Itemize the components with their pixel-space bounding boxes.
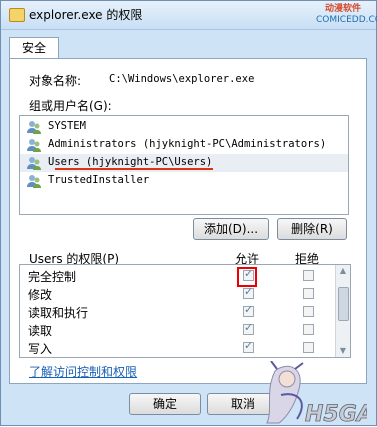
- access-control-help-link[interactable]: 了解访问控制和权限: [29, 363, 137, 380]
- groups-list[interactable]: SYSTEM Administrators (hjyknight-PC\Admi…: [19, 115, 349, 215]
- folder-icon: [9, 8, 25, 22]
- deny-checkbox[interactable]: [303, 342, 314, 353]
- permissions-dialog: explorer.exe 的权限 动漫软件 COMICEDD.COM 安全 对象…: [0, 0, 377, 427]
- deny-checkbox[interactable]: [303, 306, 314, 317]
- deny-checkbox[interactable]: [303, 324, 314, 335]
- user-group-icon: [27, 157, 41, 170]
- permission-row: 完全控制: [20, 267, 336, 285]
- list-item[interactable]: Administrators (hjyknight-PC\Administrat…: [20, 136, 348, 154]
- permission-row: 读取: [20, 321, 336, 339]
- permission-name: 完全控制: [28, 270, 77, 284]
- user-group-icon: [27, 175, 41, 188]
- watermark-text: H5GAL: [305, 402, 367, 427]
- permission-row: 读取和执行: [20, 303, 336, 321]
- permission-name: 读取: [28, 324, 53, 338]
- scrollbar-thumb[interactable]: [338, 287, 349, 321]
- deny-checkbox[interactable]: [303, 270, 314, 281]
- allow-checkbox[interactable]: [243, 321, 254, 335]
- add-button[interactable]: 添加(D)...: [193, 218, 269, 240]
- remove-button[interactable]: 删除(R): [277, 218, 347, 240]
- permission-name: 读取和执行: [28, 306, 89, 320]
- scroll-up-icon[interactable]: ▲: [336, 265, 350, 277]
- window-title: explorer.exe 的权限: [29, 8, 143, 22]
- brand-logo-top: 动漫软件: [324, 4, 361, 14]
- brand-logo: 动漫软件 COMICEDD.COM: [316, 4, 377, 26]
- scrollbar[interactable]: ▲ ▼: [335, 265, 350, 357]
- allow-checkbox[interactable]: [243, 285, 254, 299]
- object-name-value: C:\Windows\explorer.exe: [109, 73, 255, 85]
- list-item[interactable]: TrustedInstaller: [20, 172, 348, 190]
- annotation-underline: [55, 168, 213, 170]
- list-item[interactable]: SYSTEM: [20, 118, 348, 136]
- title-bar: explorer.exe 的权限 动漫软件 COMICEDD.COM: [1, 1, 377, 30]
- annotation-highlight-box: [237, 267, 257, 287]
- object-name-label: 对象名称:: [29, 74, 82, 88]
- allow-checkbox[interactable]: [243, 303, 254, 317]
- user-group-icon: [27, 121, 41, 134]
- user-name: TrustedInstaller: [48, 174, 150, 186]
- groups-label: 组或用户名(G):: [29, 99, 112, 113]
- user-name: SYSTEM: [48, 120, 86, 132]
- permission-row: 写入: [20, 339, 336, 357]
- permission-name: 写入: [28, 342, 53, 356]
- permissions-table: 写入 读取 读取和执行 修改 完全控制 ▲ ▼: [19, 264, 351, 358]
- permission-row: 修改: [20, 285, 336, 303]
- mascot-watermark-illustration: H5GAL: [266, 361, 367, 427]
- tab-security[interactable]: 安全: [9, 37, 59, 59]
- permission-name: 修改: [28, 288, 53, 302]
- ok-button[interactable]: 确定: [129, 393, 201, 415]
- user-name: Administrators (hjyknight-PC\Administrat…: [48, 138, 327, 150]
- deny-checkbox[interactable]: [303, 288, 314, 299]
- user-name: Users (hjyknight-PC\Users): [48, 156, 213, 168]
- brand-logo-bottom: COMICEDD.COM: [316, 15, 377, 25]
- allow-checkbox[interactable]: [243, 339, 254, 353]
- user-group-icon: [27, 139, 41, 152]
- scroll-down-icon[interactable]: ▼: [336, 345, 350, 357]
